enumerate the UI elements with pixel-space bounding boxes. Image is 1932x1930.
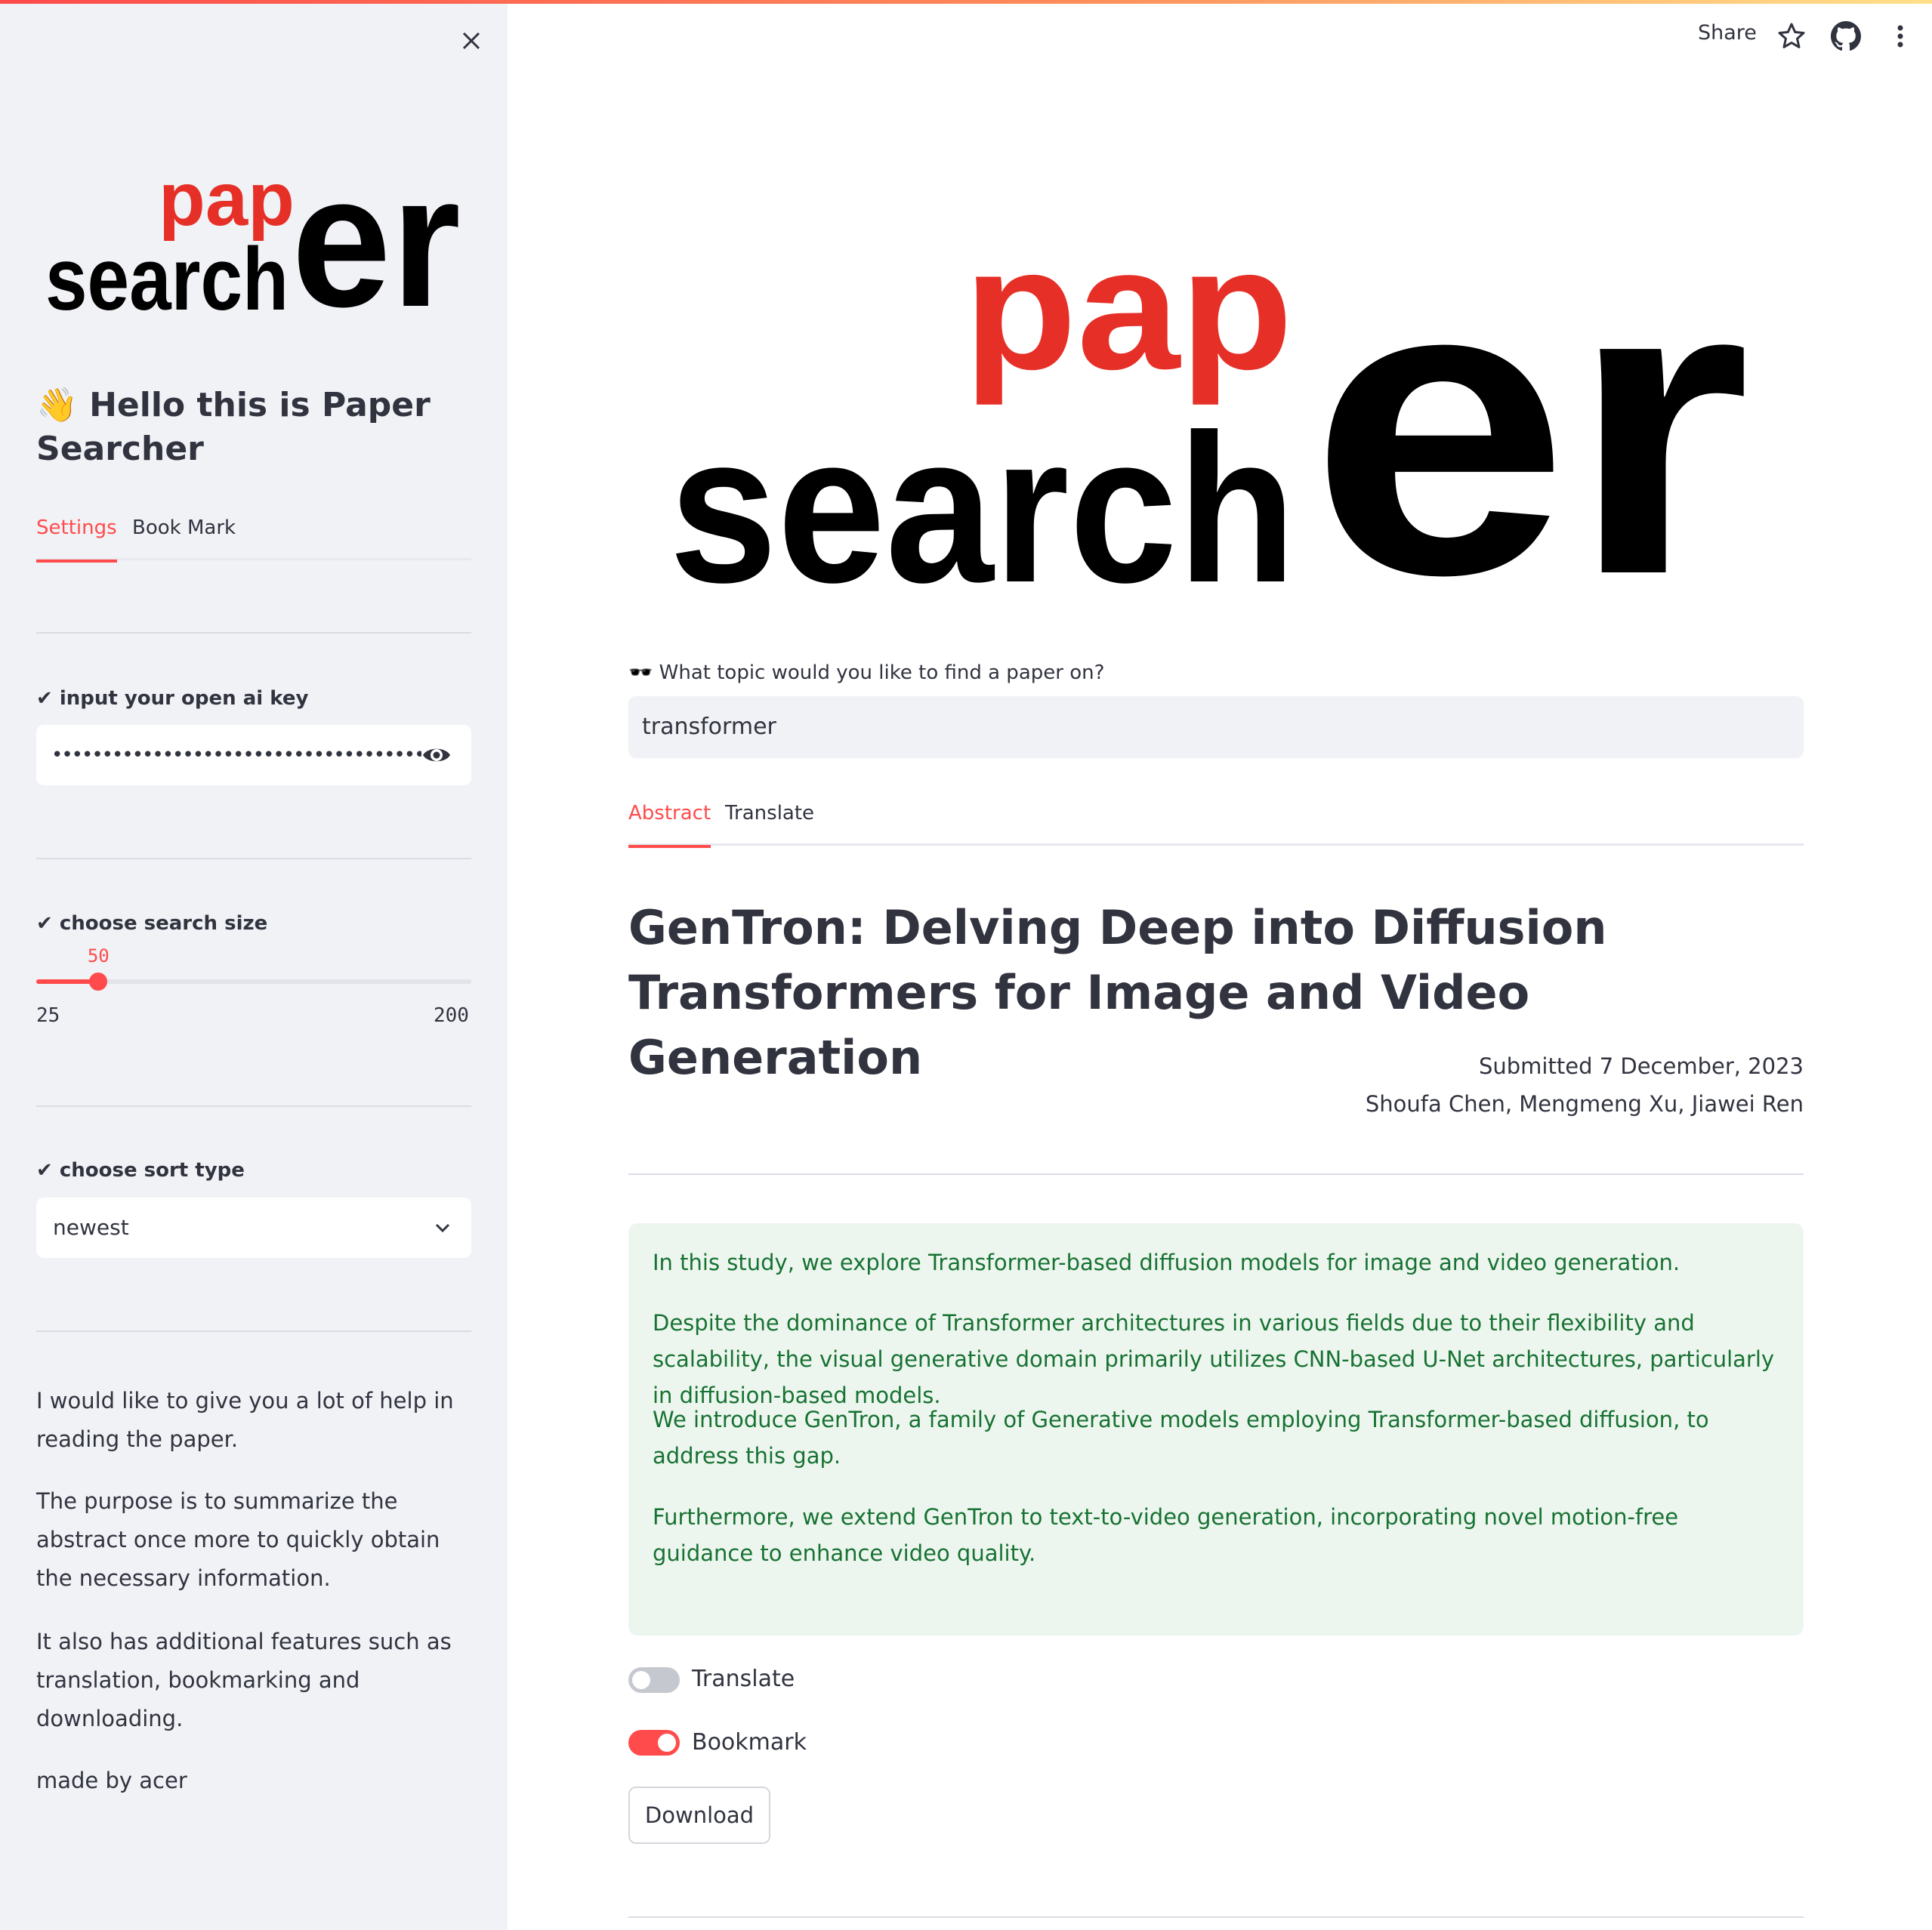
sort-type-select[interactable]: newest [36,1198,471,1258]
toggle-knob [632,1671,650,1689]
more-vertical-icon[interactable] [1885,21,1915,51]
search-size-slider[interactable] [36,973,471,991]
sidebar-divider [36,1330,471,1332]
tab-abstract[interactable]: Abstract [628,796,711,848]
bookmark-toggle-label: Bookmark [692,1729,807,1756]
main-logo: pap search er [669,190,1749,597]
content-divider [628,1173,1804,1175]
sidebar-paragraph: It also has additional features such as … [36,1629,452,1731]
topic-label: 🕶️ What topic would you like to find a p… [628,661,1105,684]
paper-submitted-date: Submitted 7 December, 2023 [1478,1053,1804,1079]
abstract-paragraph: Furthermore, we extend GenTron to text-t… [653,1504,1679,1566]
sort-type-label: ✔ choose sort type [36,1159,245,1182]
sidebar-divider [36,632,471,634]
toggle-knob [658,1734,676,1752]
tab-translate[interactable]: Translate [725,796,814,846]
download-button[interactable]: Download [628,1787,770,1844]
logo-text-er: er [1310,190,1749,597]
sidebar-divider [36,858,471,859]
bookmark-toggle[interactable] [628,1730,680,1756]
topic-input[interactable]: transformer [628,696,1804,758]
slider-thumb[interactable] [89,973,108,991]
sidebar-title: 👋 Hello this is Paper Searcher [36,386,431,468]
abstract-paragraph: Despite the dominance of Transformer arc… [653,1310,1775,1408]
translate-toggle-label: Translate [692,1666,795,1692]
search-size-label: ✔ choose search size [36,912,268,935]
close-icon[interactable] [456,26,486,56]
sort-type-value: newest [53,1215,129,1240]
sidebar-paragraph: I would like to give you a lot of help i… [36,1388,454,1452]
logo-text-search: search [45,230,289,329]
eye-icon[interactable] [421,740,452,770]
star-icon[interactable] [1776,21,1807,51]
github-icon[interactable] [1831,21,1861,51]
translate-toggle[interactable] [628,1667,680,1693]
logo-text-pap: pap [964,211,1293,405]
tab-book-mark[interactable]: Book Mark [132,510,236,560]
slider-max-label: 200 [434,1004,469,1027]
sidebar-paragraph: The purpose is to summarize the abstract… [36,1488,440,1591]
tab-settings[interactable]: Settings [36,510,117,563]
content-divider [628,1916,1804,1918]
topic-input-value[interactable]: transformer [642,696,776,758]
api-key-label: ✔ input your open ai key [36,687,309,710]
sidebar-logo: pap search er [45,151,461,332]
main-tabs: Abstract Translate [628,796,1804,848]
api-key-field[interactable]: ••••••••••••••••••••••••••••••••••••••••… [36,725,471,785]
sidebar-credit: made by acer [36,1768,187,1793]
share-button[interactable]: Share [1698,21,1757,45]
search-size-value: 50 [87,945,110,967]
logo-text-search: search [669,391,1296,597]
slider-min-label: 25 [36,1004,60,1027]
sidebar-tabs: Settings Book Mark [36,510,471,563]
abstract-paragraph: We introduce GenTron, a family of Genera… [653,1407,1709,1469]
top-decoration-bar [0,0,1932,4]
abstract-box: In this study, we explore Transformer-ba… [628,1223,1804,1636]
logo-text-er: er [292,151,461,332]
chevron-down-icon [435,1223,450,1233]
api-key-value[interactable]: ••••••••••••••••••••••••••••••••••••••••… [51,740,421,770]
sidebar: pap search er 👋 Hello this is Paper Sear… [0,0,508,1930]
abstract-paragraph: In this study, we explore Transformer-ba… [653,1250,1680,1275]
sidebar-divider [36,1105,471,1107]
paper-authors: Shoufa Chen, Mengmeng Xu, Jiawei Ren [1365,1091,1804,1117]
